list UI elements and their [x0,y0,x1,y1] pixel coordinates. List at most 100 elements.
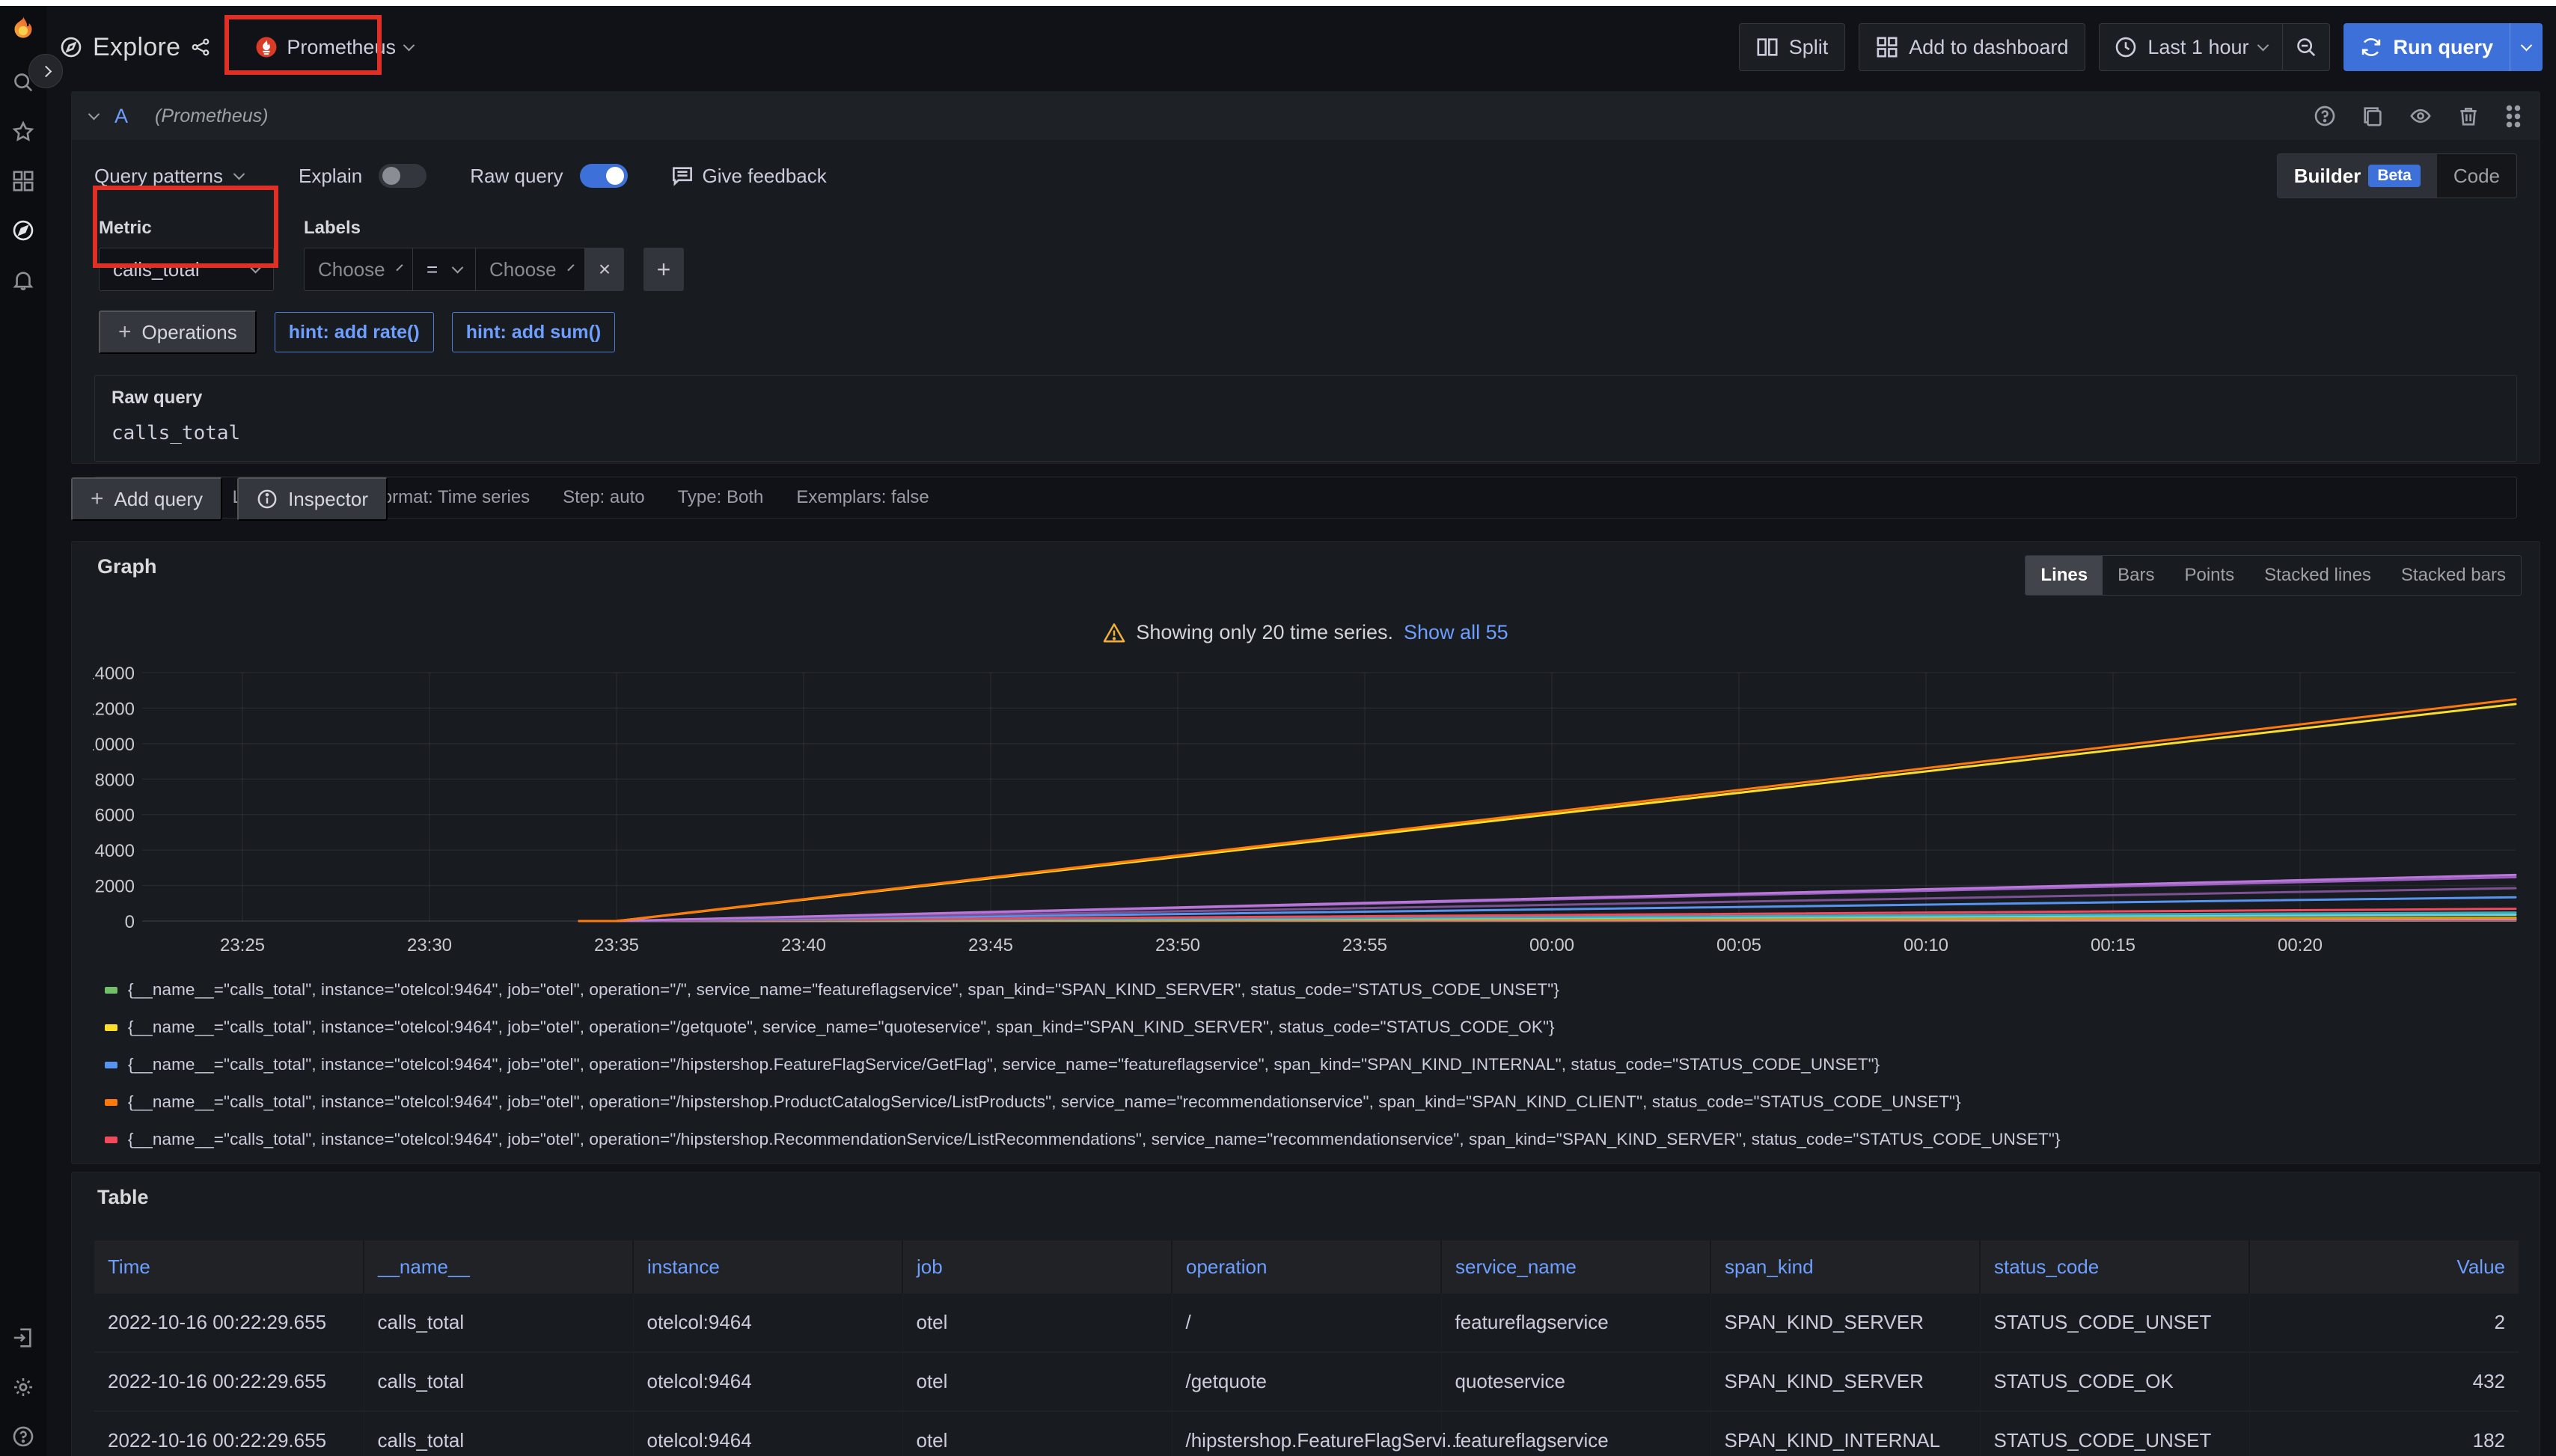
table-header-service_name[interactable]: service_name [1441,1241,1710,1294]
table-row[interactable]: 2022-10-16 00:22:29.655calls_totalotelco… [94,1411,2519,1456]
svg-text:23:35: 23:35 [594,935,639,955]
table-header-span_kind[interactable]: span_kind [1710,1241,1980,1294]
sidebar-expand-button[interactable] [28,54,63,88]
drag-handle-icon[interactable] [2505,104,2522,128]
bell-icon[interactable] [8,265,38,295]
add-query-button[interactable]: + Add query [71,477,222,521]
eye-icon[interactable] [2409,105,2432,127]
table-header-__name__[interactable]: __name__ [364,1241,633,1294]
gear-icon[interactable] [8,1372,38,1402]
table-cell: otel [902,1352,1172,1411]
graph-mode-stacked-bars[interactable]: Stacked bars [2386,556,2521,595]
table-cell: SPAN_KIND_INTERNAL [1710,1411,1980,1456]
help-circle-icon[interactable] [2314,105,2336,127]
table-cell: /hipstershop.FeatureFlagServi... [1172,1411,1441,1456]
svg-text:12000: 12000 [93,699,135,719]
info-icon [257,489,278,510]
table-header-time[interactable]: Time [94,1241,364,1294]
time-series-chart[interactable]: 0200040006000800010000120001400023:2523:… [72,658,2540,961]
apps-icon [1876,36,1898,58]
explain-label: Explain [299,165,362,188]
table-row[interactable]: 2022-10-16 00:22:29.655calls_totalotelco… [94,1294,2519,1352]
builder-tab[interactable]: Builder Beta [2278,154,2437,198]
explain-toggle[interactable] [379,164,426,188]
collapse-chevron-icon[interactable] [88,108,100,120]
graph-panel-title: Graph [97,555,157,578]
svg-text:00:05: 00:05 [1716,935,1761,955]
remove-label-button[interactable]: × [585,248,624,291]
star-icon[interactable] [8,117,38,147]
label-name-select[interactable]: Choose [304,248,413,291]
raw-query-expression: calls_total [111,422,2500,444]
metric-field: Metric calls_total [99,218,274,291]
table-row[interactable]: 2022-10-16 00:22:29.655calls_totalotelco… [94,1352,2519,1411]
table-header-job[interactable]: job [902,1241,1172,1294]
table-cell: SPAN_KIND_SERVER [1710,1294,1980,1352]
svg-text:8000: 8000 [95,770,135,790]
raw-query-preview: Raw query calls_total [94,375,2517,462]
run-query-caret[interactable] [2510,23,2543,71]
metric-select[interactable]: calls_total [99,248,274,291]
results-table: Time__name__instancejoboperationservice_… [94,1241,2519,1456]
add-label-button[interactable]: + [643,248,684,291]
datasource-picker[interactable]: Prometheus [240,25,428,70]
show-all-series-link[interactable]: Show all 55 [1404,621,1508,644]
svg-text:0: 0 [125,912,135,932]
graph-mode-switcher: LinesBarsPointsStacked linesStacked bars [2025,555,2522,596]
labels-label: Labels [304,218,684,239]
hint-add-sum-button[interactable]: hint: add sum() [452,312,616,352]
page-title: Explore [93,33,180,62]
series-limit-warning: Showing only 20 time series. Show all 55 [72,621,2540,644]
table-header-instance[interactable]: instance [633,1241,902,1294]
table-cell: featureflagservice [1441,1294,1710,1352]
grafana-logo[interactable] [6,13,40,48]
copy-icon[interactable] [2361,105,2384,127]
help-icon[interactable] [8,1422,38,1452]
legend-row[interactable]: {__name__="calls_total", instance="otelc… [105,1018,2540,1037]
legend-row[interactable]: {__name__="calls_total", instance="otelc… [105,980,2540,1000]
svg-text:23:25: 23:25 [220,935,265,955]
table-header-value[interactable]: Value [2249,1241,2519,1294]
legend-row[interactable]: {__name__="calls_total", instance="otelc… [105,1055,2540,1074]
prometheus-logo [255,36,278,58]
graph-mode-lines[interactable]: Lines [2025,556,2103,595]
graph-mode-bars[interactable]: Bars [2103,556,2169,595]
split-button[interactable]: Split [1739,23,1846,71]
legend-row[interactable]: {__name__="calls_total", instance="otelc… [105,1130,2540,1149]
comment-icon [671,165,694,187]
label-operator-select[interactable]: = [413,248,476,291]
raw-query-toggle[interactable] [580,164,628,188]
zoom-out-button[interactable] [2282,24,2329,70]
beta-badge: Beta [2368,165,2421,187]
legend-label: {__name__="calls_total", instance="otelc… [128,980,1559,1000]
legend-row[interactable]: {__name__="calls_total", instance="otelc… [105,1092,2540,1112]
table-header-operation[interactable]: operation [1172,1241,1441,1294]
options-row[interactable]: Options Legend: AutoFormat: Time seriesS… [94,477,2517,519]
graph-mode-points[interactable]: Points [2169,556,2249,595]
trash-icon[interactable] [2457,105,2480,127]
give-feedback-link[interactable]: Give feedback [671,165,827,188]
graph-mode-stacked-lines[interactable]: Stacked lines [2249,556,2386,595]
operations-button[interactable]: + Operations [99,311,257,354]
time-range-button[interactable]: Last 1 hour [2100,24,2282,70]
option-summary-item: Exemplars: false [796,487,929,508]
svg-text:14000: 14000 [93,664,135,684]
query-row-header[interactable]: A (Prometheus) [72,92,2540,140]
dashboards-icon[interactable] [8,166,38,196]
run-query-button[interactable]: Run query [2343,23,2510,71]
explore-compass-icon[interactable] [8,215,38,245]
hint-add-rate-button[interactable]: hint: add rate() [275,312,434,352]
table-header-status_code[interactable]: status_code [1980,1241,2249,1294]
zoom-out-icon [2295,36,2317,58]
query-patterns-dropdown[interactable]: Query patterns [94,165,243,188]
table-cell: featureflagservice [1441,1411,1710,1456]
clock-icon [2115,36,2137,58]
legend-swatch [105,987,117,994]
add-to-dashboard-button[interactable]: Add to dashboard [1859,23,2085,71]
label-value-select[interactable]: Choose [476,248,585,291]
share-icon[interactable] [191,37,210,57]
signin-icon[interactable] [8,1323,38,1353]
code-tab[interactable]: Code [2437,154,2516,198]
inspector-button[interactable]: Inspector [237,477,388,521]
svg-text:00:10: 00:10 [1904,935,1948,955]
